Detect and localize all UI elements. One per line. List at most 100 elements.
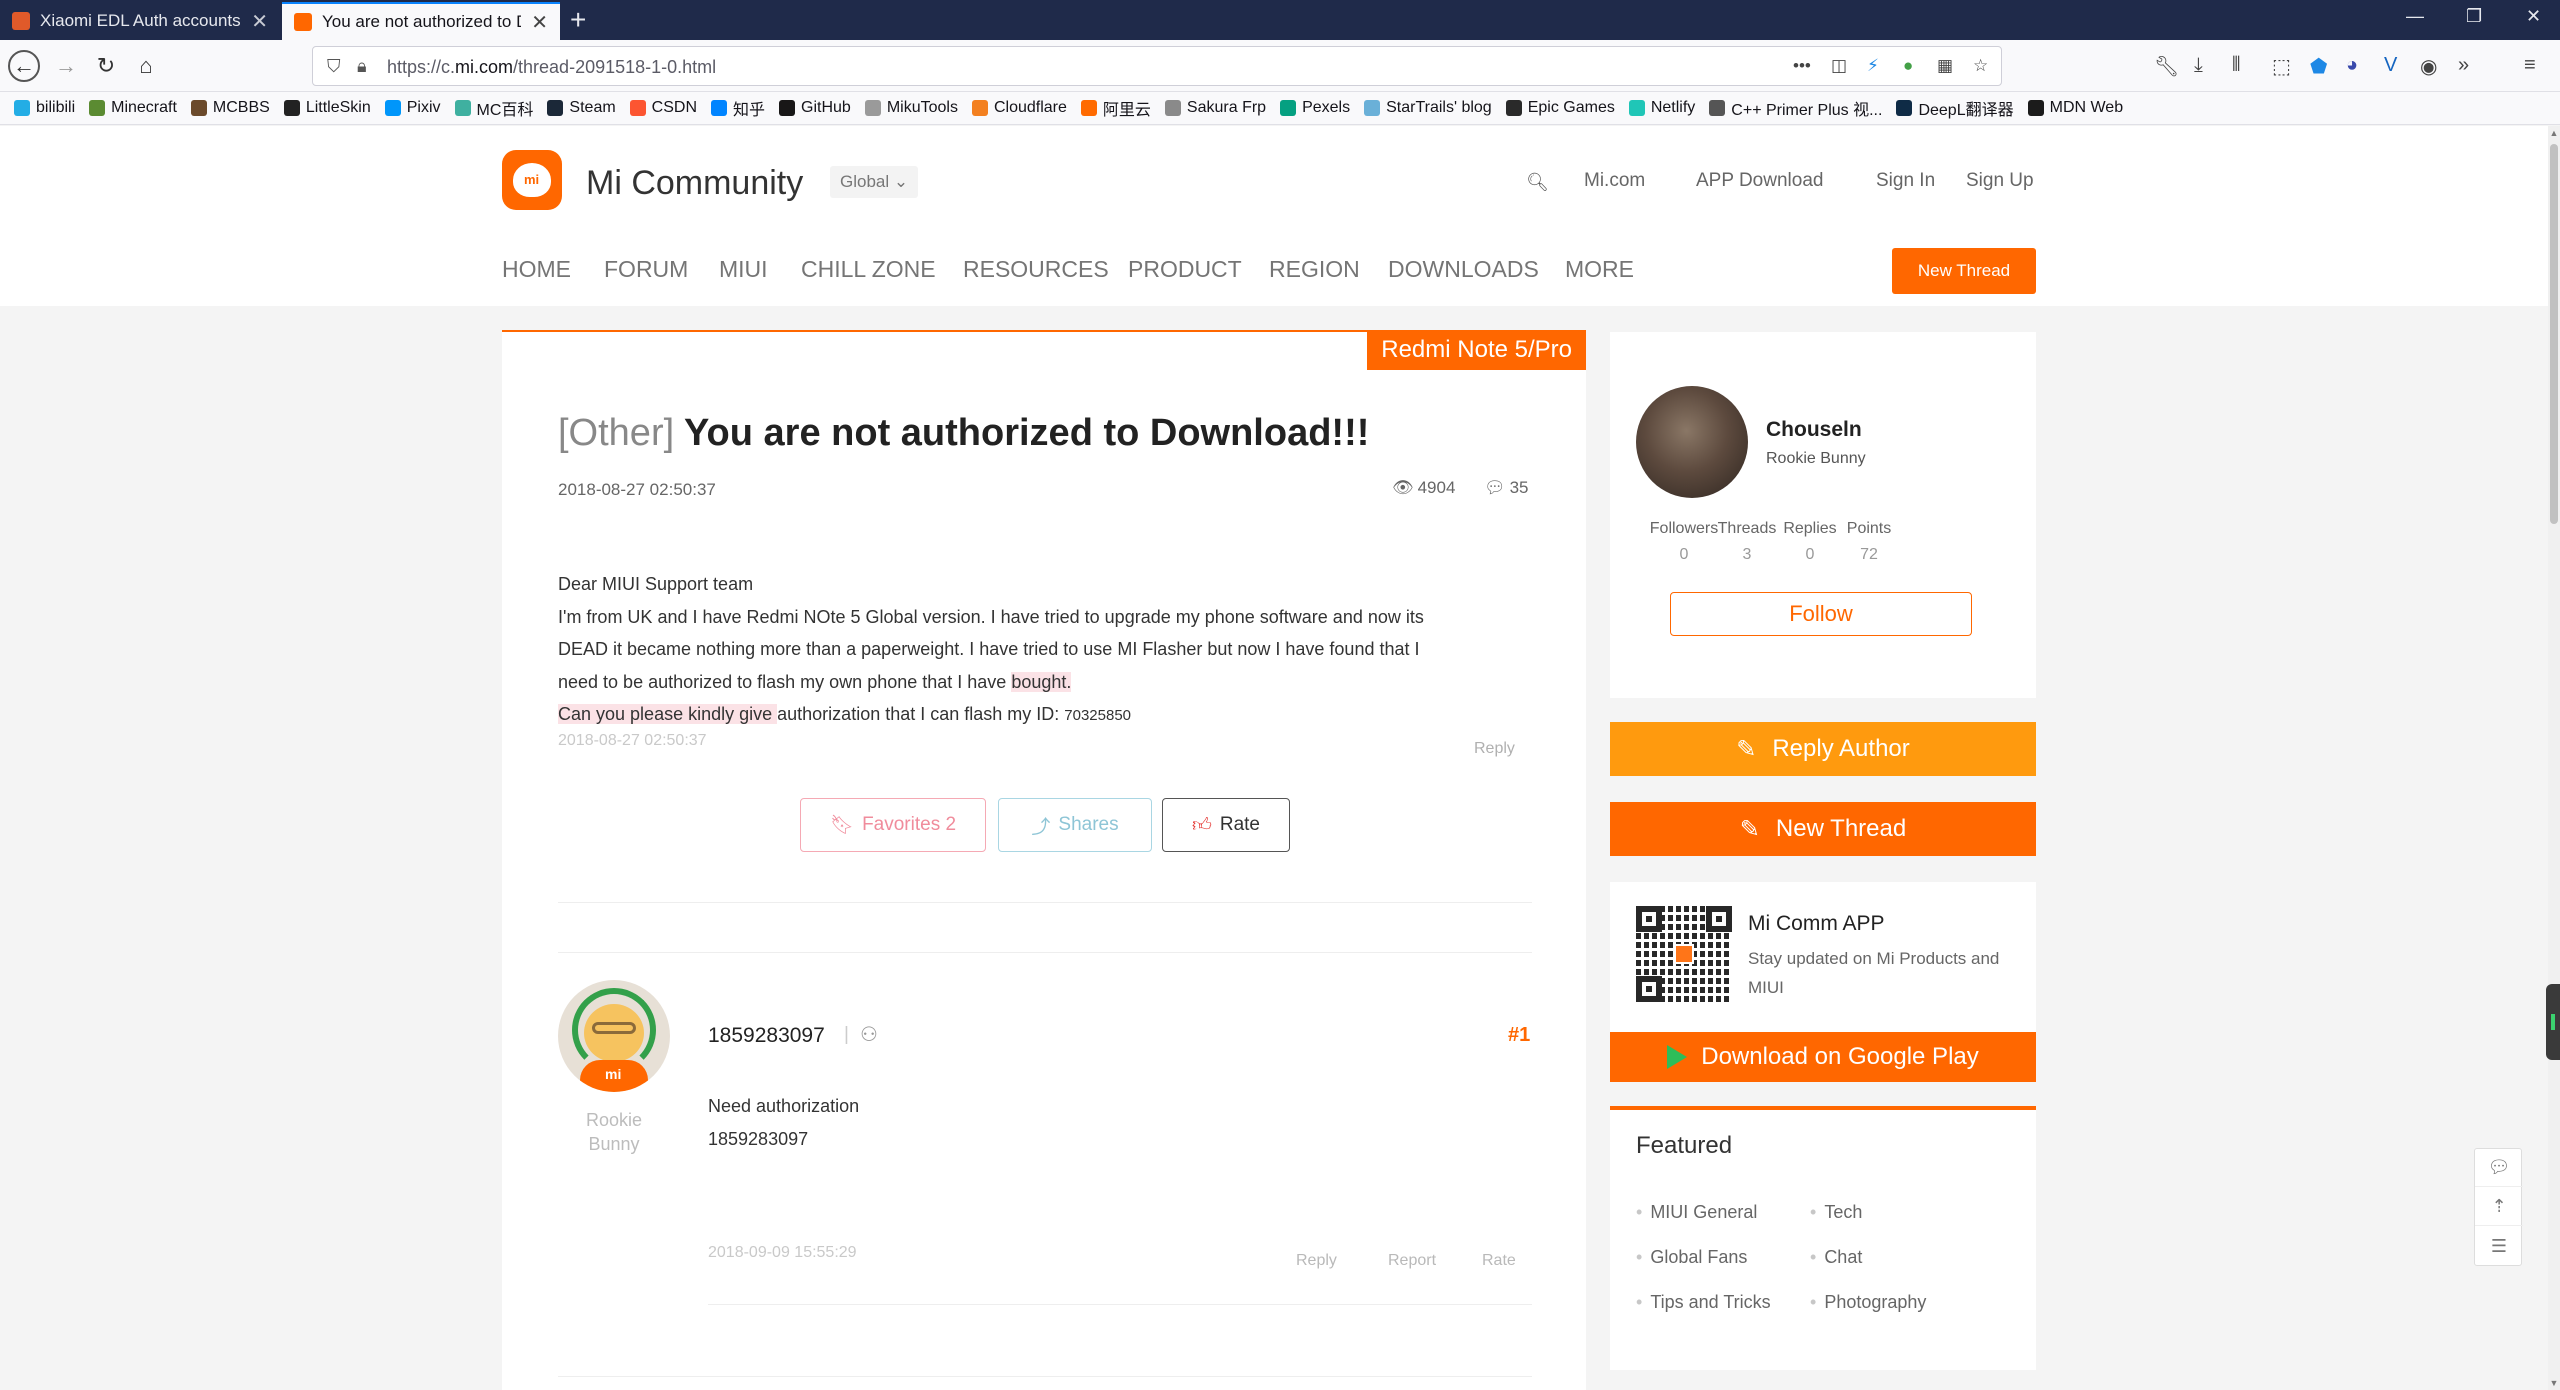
bookmark-item[interactable]: bilibili <box>14 99 75 117</box>
bookmark-item[interactable]: CSDN <box>629 99 697 117</box>
google-play-button[interactable]: Download on Google Play <box>1610 1032 2036 1082</box>
minimize-icon[interactable]: — <box>2406 6 2424 27</box>
region-selector[interactable]: Global ⌄ <box>830 166 919 198</box>
extension-v-icon[interactable]: V <box>2384 54 2397 77</box>
nav-downloads[interactable]: DOWNLOADS <box>1388 256 1539 283</box>
tab-xiaomi-edl[interactable]: Xiaomi EDL Auth accounts | ✕ <box>0 2 280 40</box>
globe-icon[interactable]: ● <box>1903 56 1913 76</box>
bookmark-item[interactable]: MC百科 <box>454 96 533 120</box>
link-sign-up[interactable]: Sign Up <box>1966 170 2034 192</box>
download-icon[interactable]: ⤓ <box>2194 54 2203 77</box>
restore-icon[interactable]: ❐ <box>2466 6 2482 27</box>
extension-translate-icon[interactable]: ◕ <box>2346 54 2358 77</box>
featured-tech[interactable]: Tech <box>1810 1202 1862 1223</box>
address-bar[interactable]: ⛉ 🔒︎ https://c.mi.com/thread-2091518-1-0… <box>312 46 2002 86</box>
reply-username[interactable]: 1859283097 <box>708 1024 825 1048</box>
featured-miui-general[interactable]: MIUI General <box>1636 1202 1757 1223</box>
close-icon[interactable]: ✕ <box>251 9 268 34</box>
bookmark-item[interactable]: StarTrails' blog <box>1364 99 1492 117</box>
reply-reply-link[interactable]: Reply <box>1296 1252 1337 1270</box>
bookmark-item[interactable]: LittleSkin <box>283 99 371 117</box>
link-sign-in[interactable]: Sign In <box>1876 170 1935 192</box>
link-mi-com[interactable]: Mi.com <box>1584 170 1645 192</box>
reply-user-avatar[interactable] <box>558 980 670 1092</box>
reload-icon[interactable]: ↻ <box>90 50 122 82</box>
bookmark-item[interactable]: Steam <box>547 99 616 117</box>
link-app-download[interactable]: APP Download <box>1696 170 1823 192</box>
bookmark-item[interactable]: Minecraft <box>89 99 177 117</box>
author-name[interactable]: Chouseln <box>1766 418 1862 442</box>
bookmark-item[interactable]: Sakura Frp <box>1164 99 1266 117</box>
site-title[interactable]: Mi Community <box>586 164 803 203</box>
scroll-up-icon[interactable]: ▲ <box>2548 128 2560 138</box>
featured-photography[interactable]: Photography <box>1810 1292 1926 1313</box>
mi-community-logo[interactable] <box>502 150 562 210</box>
home-icon[interactable]: ⌂ <box>130 50 162 82</box>
back-to-top-icon[interactable]: ⇡ <box>2475 1188 2523 1226</box>
url-text[interactable]: https://c.mi.com/thread-2091518-1-0.html <box>387 57 716 78</box>
forward-arrow-icon[interactable]: → <box>50 50 82 82</box>
scrollbar-thumb[interactable] <box>2550 144 2558 524</box>
tab-current-thread[interactable]: You are not authorized to Do ✕ <box>282 2 560 40</box>
library-icon[interactable]: ⫴ <box>2232 54 2240 77</box>
extension-icon[interactable]: ⚡ <box>1867 56 1879 76</box>
shares-button[interactable]: ⤴ Shares <box>998 798 1152 852</box>
bookmark-item[interactable]: 知乎 <box>711 96 765 120</box>
author-avatar[interactable] <box>1636 386 1748 498</box>
follow-button[interactable]: Follow <box>1670 592 1972 636</box>
featured-tips-and-tricks[interactable]: Tips and Tricks <box>1636 1292 1770 1313</box>
bookmark-item[interactable]: 阿里云 <box>1080 96 1151 120</box>
nav-more[interactable]: MORE <box>1565 256 1634 283</box>
extension-monkey-icon[interactable]: ◉ <box>2420 54 2437 79</box>
featured-global-fans[interactable]: Global Fans <box>1636 1247 1747 1268</box>
bookmark-item[interactable]: C++ Primer Plus 视... <box>1709 96 1882 120</box>
extension-shield-icon[interactable]: ⬟ <box>2310 54 2327 79</box>
wrench-icon[interactable]: 🔧︎ <box>2154 54 2179 79</box>
bookmark-item[interactable]: Pexels <box>1280 99 1350 117</box>
shield-icon[interactable]: ⛉ <box>327 56 341 77</box>
featured-chat[interactable]: Chat <box>1810 1247 1862 1268</box>
reply-report-link[interactable]: Report <box>1388 1252 1436 1270</box>
nav-forum[interactable]: FORUM <box>604 256 688 283</box>
bookmark-item[interactable]: Netlify <box>1628 99 1695 117</box>
hamburger-menu-icon[interactable]: ≡ <box>2524 54 2536 77</box>
close-icon[interactable]: ✕ <box>531 10 548 35</box>
new-thread-button[interactable]: New Thread <box>1892 248 2036 294</box>
favorites-button[interactable]: 🔖︎ Favorites 2 <box>800 798 986 852</box>
nav-product[interactable]: PRODUCT <box>1128 256 1242 283</box>
scroll-down-icon[interactable]: ▼ <box>2548 1378 2560 1388</box>
overflow-chevron-icon[interactable]: » <box>2458 54 2469 77</box>
floor-number[interactable]: #1 <box>1508 1024 1530 1047</box>
screenshot-icon[interactable]: ⬚ <box>2272 54 2291 79</box>
new-tab-plus-icon[interactable]: + <box>570 4 586 36</box>
page-actions-icon[interactable]: ••• <box>1793 56 1811 76</box>
search-icon[interactable]: 🔍︎ <box>1526 172 1549 193</box>
device-tag[interactable]: Redmi Note 5/Pro <box>1367 330 1586 370</box>
back-arrow-icon[interactable]: ← <box>8 50 40 82</box>
list-icon[interactable]: ☰ <box>2475 1227 2523 1265</box>
bookmark-item[interactable]: GitHub <box>779 99 851 117</box>
window-close-icon[interactable]: ✕ <box>2526 6 2541 27</box>
bookmark-item[interactable]: Pixiv <box>384 99 441 117</box>
bookmark-star-icon[interactable]: ☆ <box>1973 56 1988 76</box>
sidebar-new-thread-button[interactable]: ✎ New Thread <box>1610 802 2036 856</box>
nav-region[interactable]: REGION <box>1269 256 1360 283</box>
nav-resources[interactable]: RESOURCES <box>963 256 1109 283</box>
rate-button[interactable]: 👍︎ Rate <box>1162 798 1290 852</box>
nav-miui[interactable]: MIUI <box>719 256 768 283</box>
reply-author-button[interactable]: ✎ Reply Author <box>1610 722 2036 776</box>
side-panel-handle[interactable] <box>2546 984 2560 1060</box>
bookmark-item[interactable]: Cloudflare <box>971 99 1067 117</box>
bookmark-item[interactable]: DeepL翻译器 <box>1896 96 2014 120</box>
bookmark-item[interactable]: Epic Games <box>1505 99 1615 117</box>
qr-code-icon[interactable]: ▦ <box>1937 56 1953 76</box>
bookmark-item[interactable]: MCBBS <box>190 99 270 117</box>
reply-rate-link[interactable]: Rate <box>1482 1252 1516 1270</box>
pocket-icon[interactable]: ◫ <box>1831 56 1847 76</box>
post-reply-link[interactable]: Reply <box>1474 740 1515 758</box>
bookmark-item[interactable]: MikuTools <box>864 99 958 117</box>
lock-icon[interactable]: 🔒︎ <box>357 56 367 77</box>
nav-chill-zone[interactable]: CHILL ZONE <box>801 256 936 283</box>
nav-home[interactable]: HOME <box>502 256 571 283</box>
feedback-icon[interactable]: 💬︎ <box>2475 1149 2523 1187</box>
